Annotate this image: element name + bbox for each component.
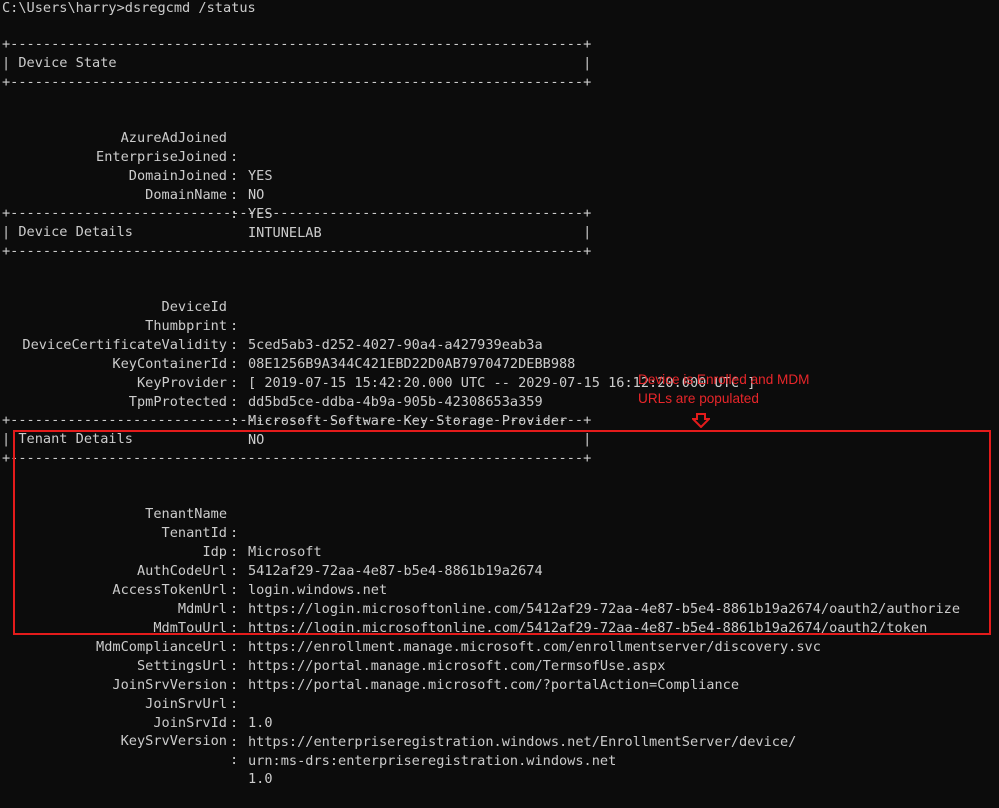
kv-row: DeviceId : 5ced5ab3-d252-4027-90a4-a4279…	[0, 279, 999, 353]
section-border-top: +---------------------------------------…	[2, 412, 592, 428]
kv-row: DeviceCertificateValidity : [ 2019-07-15…	[0, 317, 999, 391]
kv-value: urn:ms-drs:enterpriseregistration.window…	[248, 753, 617, 769]
kv-key: TpmProtected	[128, 394, 227, 410]
section-border-bottom: +---------------------------------------…	[2, 74, 592, 90]
section-border-bottom: +---------------------------------------…	[2, 243, 592, 259]
kv-row: TpmProtected : NO	[0, 374, 999, 448]
kv-row: JoinSrvId : urn:ms-drs:enterpriseregistr…	[0, 695, 999, 769]
kv-row: KeySrvVersion : 1.0	[0, 713, 999, 787]
kv-row: EnterpriseJoined : NO	[0, 129, 999, 203]
kv-value: NO	[248, 187, 265, 203]
annotation-text: Device is Enrolled and MDM URLs are popu…	[638, 370, 810, 408]
annotation-line-2: URLs are populated	[638, 391, 759, 406]
down-arrow-icon	[692, 413, 710, 428]
kv-row: JoinSrvVersion : 1.0	[0, 657, 999, 731]
kv-row: KeyProvider : Microsoft Software Key Sto…	[0, 355, 999, 429]
section-border-top: +---------------------------------------…	[2, 36, 592, 52]
kv-key: KeySrvVersion	[120, 733, 227, 749]
highlight-box	[13, 430, 991, 635]
kv-row: SettingsUrl :	[0, 638, 999, 693]
section-border-top: +---------------------------------------…	[2, 205, 592, 221]
kv-separator: :	[230, 187, 239, 203]
section-title-device-details: | Device Details |	[2, 224, 592, 240]
kv-row: DomainName : INTUNELAB	[0, 167, 999, 241]
kv-row: Thumbprint : 08E1256B9A344C421EBD22D0AB7…	[0, 298, 999, 372]
kv-row: KeyContainerId : dd5bd5ce-ddba-4b9a-905b…	[0, 336, 999, 410]
annotation-line-1: Device is Enrolled and MDM	[638, 372, 810, 387]
kv-value: https://enterpriseregistration.windows.n…	[248, 734, 797, 750]
kv-key: DomainName	[145, 187, 227, 203]
kv-value: 1.0	[248, 771, 273, 787]
kv-row: JoinSrvUrl : https://enterpriseregistrat…	[0, 676, 999, 750]
kv-row: DomainJoined : YES	[0, 148, 999, 222]
kv-value: dd5bd5ce-ddba-4b9a-905b-42308653a359	[248, 394, 543, 410]
kv-separator: :	[230, 734, 239, 750]
kv-separator: :	[230, 394, 239, 410]
command-prompt-line: C:\Users\harry>dsregcmd /status	[2, 0, 256, 16]
console-window[interactable]: C:\Users\harry>dsregcmd /status +-------…	[0, 0, 999, 787]
kv-row: AzureAdJoined : YES	[0, 110, 999, 184]
kv-separator: :	[230, 752, 239, 768]
section-title-device-state: | Device State |	[2, 55, 592, 71]
